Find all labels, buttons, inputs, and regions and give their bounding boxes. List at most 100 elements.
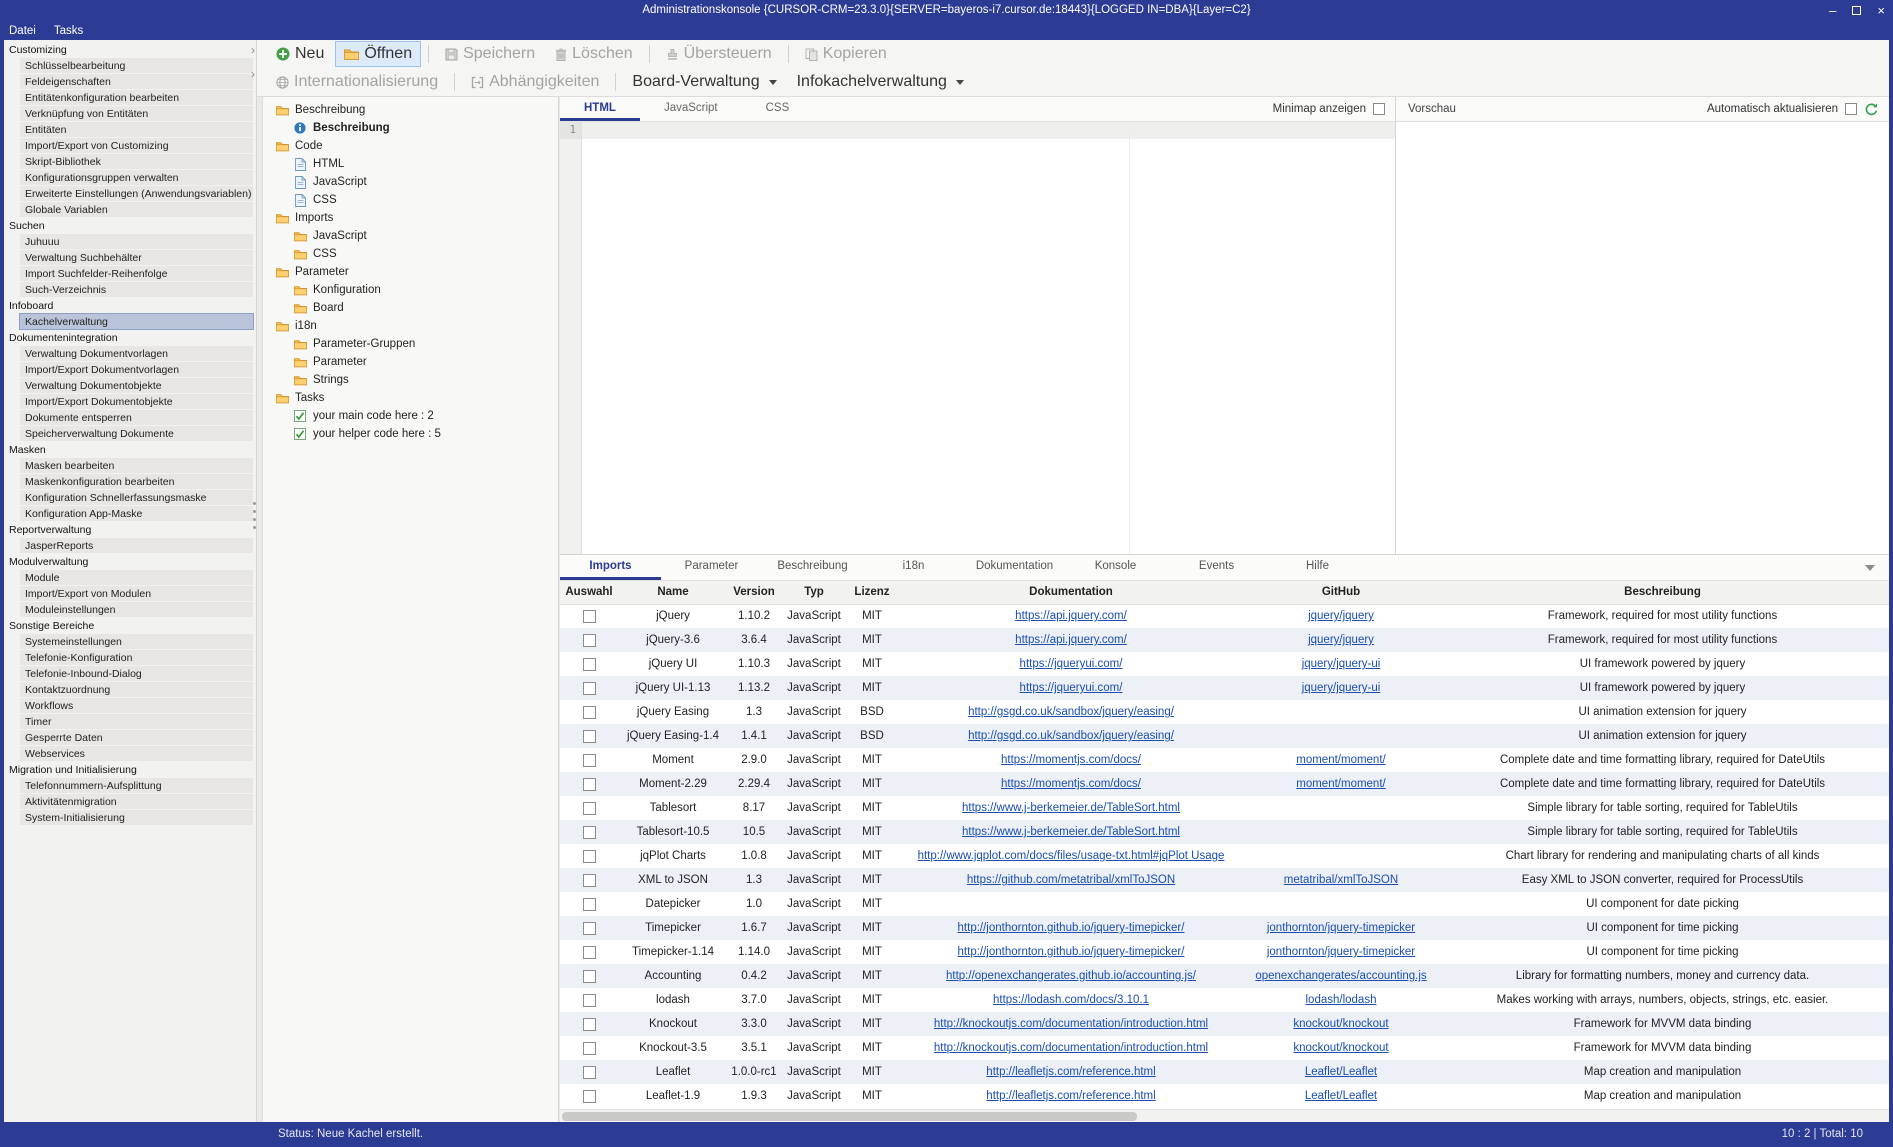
- sidebar-item-aktivitaetenmigration[interactable]: Aktivitätenmigration: [20, 794, 253, 809]
- board-verwaltung-button[interactable]: Board-Verwaltung: [623, 69, 785, 95]
- sidebar-section-suchen[interactable]: Suchen: [4, 218, 256, 233]
- speichern-button[interactable]: Speichern: [436, 41, 544, 67]
- sidebar-item-moduleinstellungen[interactable]: Moduleinstellungen: [20, 602, 253, 617]
- table-row[interactable]: jQuery UI-1.131.13.2JavaScriptMIThttps:/…: [560, 676, 1889, 700]
- github-link[interactable]: jonthornton/jquery-timepicker: [1267, 922, 1415, 934]
- sidebar-item-schluesselbearbeitung[interactable]: Schlüsselbearbeitung: [20, 58, 253, 73]
- tree-node-css[interactable]: CSS: [263, 245, 558, 263]
- row-checkbox[interactable]: [583, 634, 596, 647]
- tab-events[interactable]: Events: [1166, 555, 1267, 580]
- sidebar-item-entitaetenkonfiguration-bearbeiten[interactable]: Entitätenkonfiguration bearbeiten: [20, 90, 253, 105]
- tab-dokumentation[interactable]: Dokumentation: [964, 555, 1065, 580]
- row-checkbox[interactable]: [583, 802, 596, 815]
- tree-node-css[interactable]: CSS: [263, 191, 558, 209]
- table-row[interactable]: Moment-2.292.29.4JavaScriptMIThttps://mo…: [560, 772, 1889, 796]
- github-link[interactable]: jonthornton/jquery-timepicker: [1267, 946, 1415, 958]
- sidebar-item-import-export-dokumentobjekte[interactable]: Import/Export Dokumentobjekte: [20, 394, 253, 409]
- table-row[interactable]: jQuery Easing-1.41.4.1JavaScriptBSDhttp:…: [560, 724, 1889, 748]
- row-checkbox[interactable]: [583, 994, 596, 1007]
- dokumentation-link[interactable]: http://gsgd.co.uk/sandbox/jquery/easing/: [968, 730, 1174, 742]
- row-checkbox[interactable]: [583, 706, 596, 719]
- sidebar-item-import-export-von-modulen[interactable]: Import/Export von Modulen: [20, 586, 253, 601]
- sidebar-item-dokumente-entsperren[interactable]: Dokumente entsperren: [20, 410, 253, 425]
- sidebar-item-such-verzeichnis[interactable]: Such-Verzeichnis: [20, 282, 253, 297]
- dokumentation-link[interactable]: http://www.jqplot.com/docs/files/usage-t…: [918, 850, 1225, 862]
- sidebar-item-entitaeten[interactable]: Entitäten: [20, 122, 253, 137]
- sidebar-item-verwaltung-dokumentvorlagen[interactable]: Verwaltung Dokumentvorlagen: [20, 346, 253, 361]
- column-header-dokumentation[interactable]: Dokumentation: [896, 581, 1246, 604]
- menu-datei[interactable]: Datei: [9, 25, 36, 37]
- github-link[interactable]: Leaflet/Leaflet: [1305, 1090, 1377, 1102]
- sidebar-item-verwaltung-dokumentobjekte[interactable]: Verwaltung Dokumentobjekte: [20, 378, 253, 393]
- chevron-right-icon[interactable]: ›: [251, 44, 255, 56]
- table-row[interactable]: jqPlot Charts1.0.8JavaScriptMIThttp://ww…: [560, 844, 1889, 868]
- sidebar-item-system-initialisierung[interactable]: System-Initialisierung: [20, 810, 253, 825]
- chevron-right-icon[interactable]: ›: [251, 68, 255, 80]
- sidebar-item-kachelverwaltung[interactable]: Kachelverwaltung: [20, 314, 253, 329]
- loeschen-button[interactable]: Löschen: [546, 41, 642, 67]
- sidebar-section-masken[interactable]: Masken: [4, 442, 256, 457]
- infokachelverwaltung-button[interactable]: Infokachelverwaltung: [788, 69, 973, 95]
- tab-imports[interactable]: Imports: [560, 555, 661, 580]
- titlebar[interactable]: Administrationskonsole {CURSOR-CRM=23.3.…: [0, 0, 1893, 21]
- github-link[interactable]: lodash/lodash: [1306, 994, 1377, 1006]
- github-link[interactable]: jquery/jquery: [1308, 634, 1374, 646]
- tree-node-beschreibung[interactable]: Beschreibung: [263, 119, 558, 137]
- table-row[interactable]: Leaflet1.0.0-rc1JavaScriptMIThttp://leaf…: [560, 1060, 1889, 1084]
- dokumentation-link[interactable]: http://openexchangerates.github.io/accou…: [946, 970, 1196, 982]
- tree-node-parameter[interactable]: Parameter: [263, 353, 558, 371]
- tree-node-imports[interactable]: Imports: [263, 209, 558, 227]
- table-row[interactable]: Moment2.9.0JavaScriptMIThttps://momentjs…: [560, 748, 1889, 772]
- github-link[interactable]: Leaflet/Leaflet: [1305, 1066, 1377, 1078]
- row-checkbox[interactable]: [583, 970, 596, 983]
- tree-node-board[interactable]: Board: [263, 299, 558, 317]
- sidebar-item-module[interactable]: Module: [20, 570, 253, 585]
- sidebar-section-reportverwaltung[interactable]: Reportverwaltung: [4, 522, 256, 537]
- sidebar-item-timer[interactable]: Timer: [20, 714, 253, 729]
- refresh-icon[interactable]: [1864, 102, 1879, 117]
- sidebar-item-verknuepfung-von-entitaeten[interactable]: Verknüpfung von Entitäten: [20, 106, 253, 121]
- table-row[interactable]: jQuery Easing1.3JavaScriptBSDhttp://gsgd…: [560, 700, 1889, 724]
- tree-node-code[interactable]: Code: [263, 137, 558, 155]
- sidebar-item-erweiterte-einstellungen-anwendungsvariablen[interactable]: Erweiterte Einstellungen (Anwendungsvari…: [20, 186, 253, 201]
- maximize-icon[interactable]: [1852, 4, 1861, 17]
- tree-node-beschreibung[interactable]: Beschreibung: [263, 101, 558, 119]
- row-checkbox[interactable]: [583, 850, 596, 863]
- close-icon[interactable]: ×: [1877, 4, 1885, 17]
- dokumentation-link[interactable]: http://leafletjs.com/reference.html: [986, 1066, 1155, 1078]
- dokumentation-link[interactable]: https://api.jquery.com/: [1015, 634, 1127, 646]
- table-row[interactable]: Timepicker-1.141.14.0JavaScriptMIThttp:/…: [560, 940, 1889, 964]
- column-header-name[interactable]: Name: [618, 581, 728, 604]
- dokumentation-link[interactable]: https://github.com/metatribal/xmlToJSON: [967, 874, 1175, 886]
- horizontal-scrollbar[interactable]: [560, 1109, 1889, 1122]
- row-checkbox[interactable]: [583, 658, 596, 671]
- dokumentation-link[interactable]: https://momentjs.com/docs/: [1001, 754, 1141, 766]
- table-row[interactable]: Accounting0.4.2JavaScriptMIThttp://opene…: [560, 964, 1889, 988]
- row-checkbox[interactable]: [583, 898, 596, 911]
- dokumentation-link[interactable]: http://jonthornton.github.io/jquery-time…: [958, 946, 1185, 958]
- tab-i18n[interactable]: i18n: [863, 555, 964, 580]
- sidebar-item-speicherverwaltung-dokumente[interactable]: Speicherverwaltung Dokumente: [20, 426, 253, 441]
- table-row[interactable]: Knockout3.3.0JavaScriptMIThttp://knockou…: [560, 1012, 1889, 1036]
- tree-node-i18n[interactable]: i18n: [263, 317, 558, 335]
- abhaengigkeiten-button[interactable]: Abhängigkeiten: [462, 69, 608, 95]
- tree-node-html[interactable]: HTML: [263, 155, 558, 173]
- tree-node-parameter-gruppen[interactable]: Parameter-Gruppen: [263, 335, 558, 353]
- row-checkbox[interactable]: [583, 946, 596, 959]
- dokumentation-link[interactable]: http://leafletjs.com/reference.html: [986, 1090, 1155, 1102]
- code-editor[interactable]: 1: [560, 122, 1395, 554]
- sidebar-item-telefonie-inbound-dialog[interactable]: Telefonie-Inbound-Dialog: [20, 666, 253, 681]
- tree-node-parameter[interactable]: Parameter: [263, 263, 558, 281]
- github-link[interactable]: openexchangerates/accounting.js: [1255, 970, 1426, 982]
- dokumentation-link[interactable]: http://knockoutjs.com/documentation/intr…: [934, 1018, 1208, 1030]
- tree-node-javascript[interactable]: JavaScript: [263, 173, 558, 191]
- tree-node-javascript[interactable]: JavaScript: [263, 227, 558, 245]
- table-row[interactable]: Datepicker1.0JavaScriptMITUI component f…: [560, 892, 1889, 916]
- sidebar-item-konfiguration-schnellerfassungsmaske[interactable]: Konfiguration Schnellerfassungsmaske: [20, 490, 253, 505]
- dokumentation-link[interactable]: https://momentjs.com/docs/: [1001, 778, 1141, 790]
- kopieren-button[interactable]: Kopieren: [796, 41, 896, 67]
- sidebar-item-konfigurationsgruppen-verwalten[interactable]: Konfigurationsgruppen verwalten: [20, 170, 253, 185]
- table-row[interactable]: Timepicker1.6.7JavaScriptMIThttp://jonth…: [560, 916, 1889, 940]
- editor-tab-javascript[interactable]: JavaScript: [640, 97, 742, 121]
- sidebar-section-customizing[interactable]: Customizing: [4, 42, 256, 57]
